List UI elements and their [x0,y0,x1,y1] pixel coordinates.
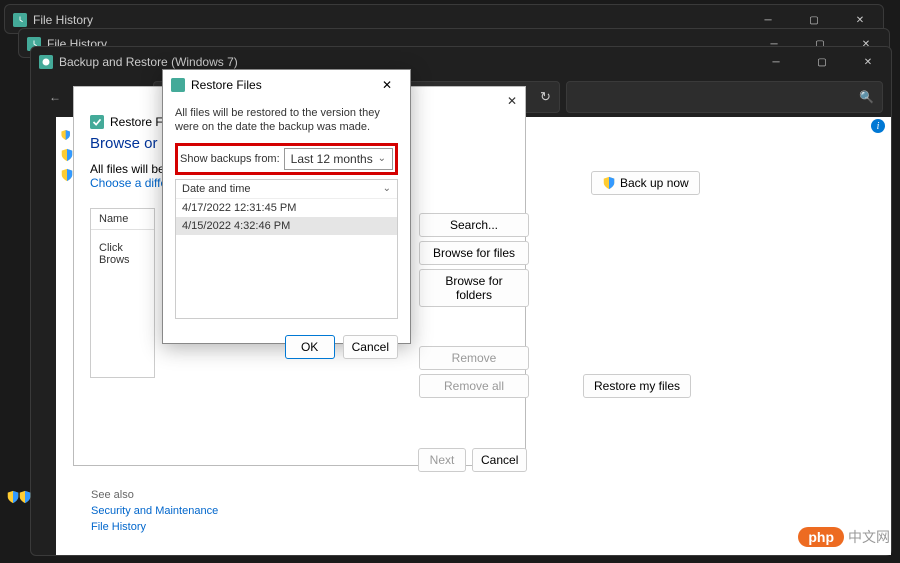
restore-files-icon [171,78,185,92]
maximize-button[interactable]: ▢ [799,47,845,77]
watermark-text: 中文网 [848,527,890,547]
shield-icon [60,128,71,142]
highlighted-dropdown-row: Show backups from: Last 12 months ⌄ [175,143,398,175]
refresh-icon[interactable]: ↻ [540,89,551,105]
minimize-button[interactable]: ─ [753,47,799,77]
restore-files-dialog: Restore Files ✕ All files will be restor… [162,69,411,344]
file-history-icon [13,13,27,27]
file-list-header-name[interactable]: Name [91,209,154,230]
cancel-button[interactable]: Cancel [343,335,398,359]
titlebar-3[interactable]: Backup and Restore (Windows 7) ─ ▢ ✕ [31,47,891,77]
backups-range-dropdown[interactable]: Last 12 months ⌄ [284,148,393,170]
search-bar[interactable]: 🔍 [566,81,883,113]
shield-icon [60,148,74,162]
restore-my-files-button[interactable]: Restore my files [583,374,691,398]
chevron-down-icon: ⌄ [383,183,391,194]
file-list-box: Name Click Brows [90,208,155,378]
search-icon: 🔍 [859,90,874,104]
backup-restore-icon [39,55,53,69]
chevron-down-icon: ⌄ [378,153,386,164]
info-icon[interactable]: i [871,119,885,133]
browse-button-group: Search... Browse for files Browse for fo… [419,213,529,307]
dialog-instruction: All files will be restored to the versio… [175,106,398,135]
see-also-link-filehistory[interactable]: File History [91,521,218,533]
cancel-button[interactable]: Cancel [472,448,527,472]
window-title-1: File History [33,13,93,27]
dialog-body: All files will be restored to the versio… [163,100,410,325]
dropdown-value: Last 12 months [291,152,373,166]
dialog-buttons: OK Cancel [163,325,410,369]
see-also-link-security[interactable]: Security and Maintenance [91,505,218,517]
date-time-list[interactable]: Date and time ⌄ 4/17/2022 12:31:45 PM 4/… [175,179,398,319]
dialog-titlebar[interactable]: Restore Files ✕ [163,70,410,100]
search-button[interactable]: Search... [419,213,529,237]
close-button[interactable]: ✕ [845,47,891,77]
shield-icon [60,168,74,182]
watermark: php 中文网 [798,527,890,547]
date-row[interactable]: 4/15/2022 4:32:46 PM [176,217,397,235]
watermark-badge: php [798,527,844,547]
dialog-title: Restore Files [191,78,262,92]
remove-all-button[interactable]: Remove all [419,374,529,398]
restore-files-icon [90,115,104,129]
close-icon[interactable]: ✕ [507,94,517,108]
show-backups-label: Show backups from: [180,153,280,165]
remove-button-group: Remove Remove all [419,346,529,398]
date-column-header[interactable]: Date and time ⌄ [176,180,397,199]
remove-button[interactable]: Remove [419,346,529,370]
see-also-section: See also Security and Maintenance File H… [91,489,218,537]
window-title-3: Backup and Restore (Windows 7) [59,55,238,69]
next-button[interactable]: Next [418,448,466,472]
ok-button[interactable]: OK [285,335,335,359]
date-row[interactable]: 4/17/2022 12:31:45 PM [176,199,397,217]
back-up-now-button[interactable]: Back up now [591,171,700,195]
shield-icon [6,490,20,504]
browse-files-button[interactable]: Browse for files [419,241,529,265]
dialog-close-button[interactable]: ✕ [372,74,402,96]
shield-icon [18,490,32,504]
wizard-bottom-buttons: Next Cancel [418,448,527,472]
see-also-heading: See also [91,489,218,501]
browse-folders-button[interactable]: Browse for folders [419,269,529,307]
file-list-placeholder: Click Brows [91,230,154,278]
window-controls-3: ─ ▢ ✕ [753,47,891,77]
shield-icon [602,176,616,190]
nav-back-button[interactable]: ← [39,81,71,113]
